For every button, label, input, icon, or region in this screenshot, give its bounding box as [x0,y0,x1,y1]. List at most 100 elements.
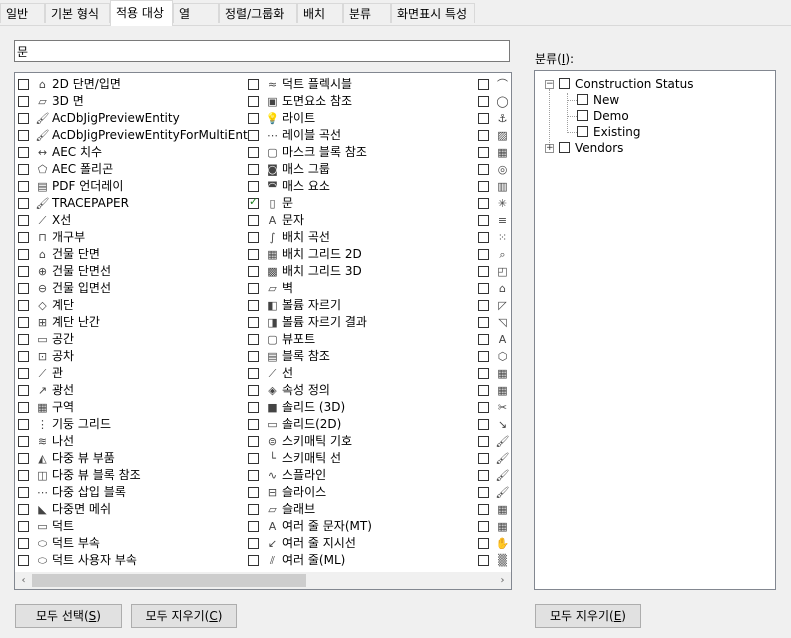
item-checkbox[interactable] [18,334,29,345]
list-item[interactable]: ⟋ X선 [15,212,245,229]
list-item[interactable]: ▱ 벽 [245,280,475,297]
item-checkbox[interactable] [18,96,29,107]
item-checkbox[interactable] [478,368,489,379]
list-item[interactable]: ⟋ 선 [245,365,475,382]
list-item[interactable]: ▦ [475,518,511,535]
list-item[interactable]: A 문자 [245,212,475,229]
item-checkbox[interactable] [248,232,259,243]
tree-checkbox[interactable] [559,78,570,89]
item-checkbox[interactable] [248,470,259,481]
item-checkbox[interactable] [18,402,29,413]
list-item[interactable]: 🖌 [475,467,511,484]
item-checkbox[interactable] [18,249,29,260]
item-checkbox[interactable] [478,113,489,124]
item-checkbox[interactable] [478,232,489,243]
item-checkbox[interactable] [478,402,489,413]
list-item[interactable]: ▦ [475,365,511,382]
list-item[interactable]: ▦ 구역 [15,399,245,416]
list-item[interactable]: ⊖ 건물 입면선 [15,280,245,297]
item-checkbox[interactable] [18,198,29,209]
tab-basic-format[interactable]: 기본 형식 [45,3,110,23]
item-checkbox[interactable] [478,181,489,192]
list-item[interactable]: A [475,331,511,348]
item-checkbox[interactable] [18,436,29,447]
item-checkbox[interactable] [478,436,489,447]
item-checkbox[interactable] [248,334,259,345]
item-checkbox[interactable] [478,555,489,566]
list-item[interactable]: ↙ 여러 줄 지시선 [245,535,475,552]
list-item[interactable]: 🖌 [475,433,511,450]
list-item[interactable]: ↘ [475,416,511,433]
tree-checkbox[interactable] [577,94,588,105]
item-checkbox[interactable] [478,487,489,498]
item-checkbox[interactable] [478,147,489,158]
item-checkbox[interactable] [248,402,259,413]
item-checkbox[interactable] [248,453,259,464]
list-item[interactable]: ◨ 볼륨 자르기 결과 [245,314,475,331]
list-item[interactable]: ∫ 배치 곡선 [245,229,475,246]
list-item[interactable]: ⌕ [475,246,511,263]
tab-layout[interactable]: 배치 [297,3,343,23]
item-checkbox[interactable] [248,130,259,141]
item-checkbox[interactable] [18,232,29,243]
list-item[interactable]: ⊟ 슬라이스 [245,484,475,501]
item-checkbox[interactable] [478,300,489,311]
clear-all-classification-button[interactable]: 모두 지우기(E) [535,604,641,628]
list-item[interactable]: ≈ 덕트 플렉시블 [245,76,475,93]
item-checkbox[interactable] [18,266,29,277]
item-checkbox[interactable] [18,215,29,226]
item-checkbox[interactable] [18,317,29,328]
list-item[interactable]: ▒ [475,552,511,569]
item-checkbox[interactable] [18,147,29,158]
item-checkbox[interactable] [18,521,29,532]
horizontal-scrollbar[interactable]: ‹ › [15,572,511,589]
item-checkbox[interactable] [248,538,259,549]
item-checkbox[interactable] [478,249,489,260]
item-checkbox[interactable] [248,215,259,226]
list-item[interactable]: ↗ 광선 [15,382,245,399]
item-checkbox[interactable] [248,249,259,260]
item-checkbox[interactable] [478,521,489,532]
item-checkbox[interactable] [248,419,259,430]
list-item[interactable]: ⊞ 계단 난간 [15,314,245,331]
list-item[interactable]: A 여러 줄 문자(MT) [245,518,475,535]
item-checkbox[interactable] [248,487,259,498]
item-checkbox[interactable] [248,521,259,532]
item-checkbox[interactable] [478,351,489,362]
item-checkbox[interactable] [478,164,489,175]
item-checkbox[interactable] [18,487,29,498]
item-checkbox[interactable] [248,351,259,362]
list-item[interactable]: ▯문 [245,195,475,212]
list-item[interactable]: ⬭ 덕트 사용자 부속 [15,552,245,569]
list-item[interactable]: ⋯ 레이블 곡선 [245,127,475,144]
item-checkbox[interactable] [248,385,259,396]
item-checkbox[interactable] [18,113,29,124]
list-item[interactable]: ⊓ 개구부 [15,229,245,246]
list-item[interactable]: ▥ [475,178,511,195]
list-item[interactable]: ◫ 다중 뷰 블록 참조 [15,467,245,484]
scroll-left-icon[interactable]: ‹ [15,572,32,589]
list-item[interactable]: 🖌 TRACEPAPER [15,195,245,212]
list-item[interactable]: ▤ PDF 언더레이 [15,178,245,195]
list-item[interactable]: ▭ 덕트 [15,518,245,535]
list-item[interactable]: ⋮ 기둥 그리드 [15,416,245,433]
list-item[interactable]: └ 스키매틱 선 [245,450,475,467]
item-checkbox[interactable] [478,419,489,430]
tree-checkbox[interactable] [577,126,588,137]
tab-display-props[interactable]: 화면표시 특성 [391,3,475,23]
list-item[interactable]: ▢ 마스크 블록 참조 [245,144,475,161]
tree-checkbox[interactable] [559,142,570,153]
list-item[interactable]: ▦ [475,144,511,161]
list-item[interactable]: ⬭ 덕트 부속 [15,535,245,552]
list-item[interactable]: ◯ [475,93,511,110]
list-item[interactable]: ⬠ AEC 폴리곤 [15,161,245,178]
expand-icon[interactable]: + [545,144,554,153]
item-checkbox[interactable] [478,334,489,345]
item-checkbox[interactable] [478,470,489,481]
item-checkbox[interactable] [478,317,489,328]
list-item[interactable]: ◸ [475,297,511,314]
list-item[interactable]: ◙ 매스 그룹 [245,161,475,178]
scroll-right-icon[interactable]: › [494,572,511,589]
list-item[interactable]: ▤ 블록 참조 [245,348,475,365]
list-item[interactable]: 🖌 [475,484,511,501]
